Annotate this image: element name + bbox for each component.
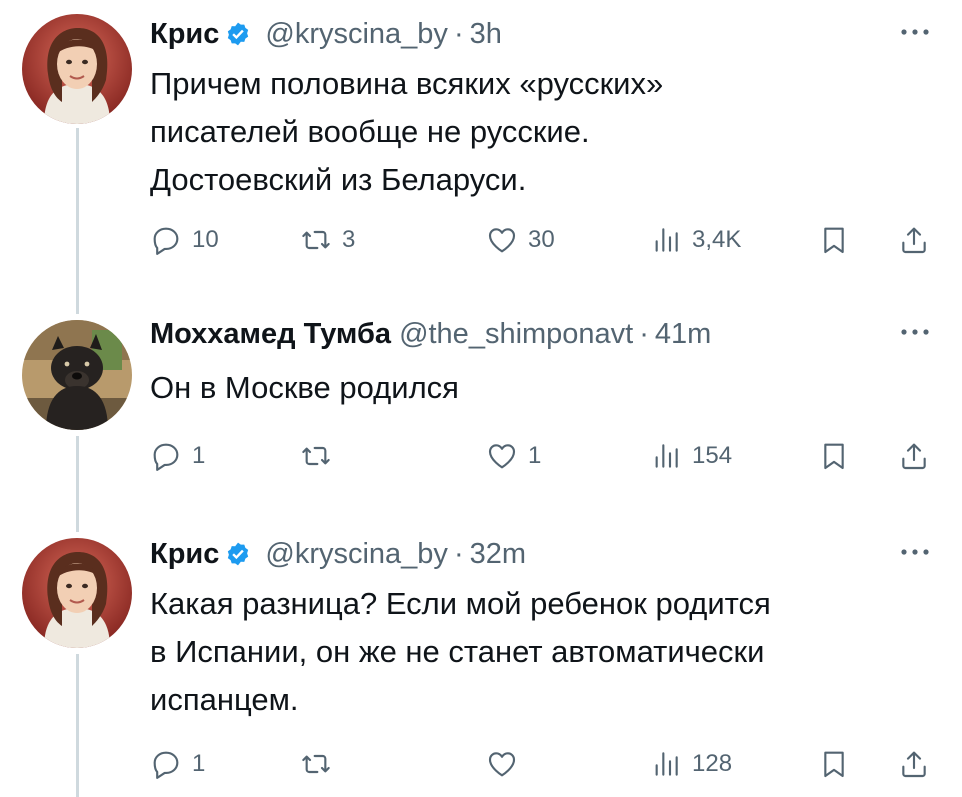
share-button[interactable]	[898, 434, 930, 478]
tweet-text-line: Какая разница? Если мой ребенок родится	[150, 586, 771, 621]
tweet-text-line: писателей вообще не русские.	[150, 114, 590, 149]
reply-icon	[150, 224, 182, 256]
like-button[interactable]: 1	[486, 434, 541, 478]
reply-count: 1	[192, 750, 206, 777]
retweet-button[interactable]	[300, 434, 342, 478]
thread-line	[76, 520, 79, 532]
woman-avatar-icon[interactable]	[22, 14, 132, 124]
bookmark-icon	[818, 224, 850, 256]
views-button[interactable]: 154	[650, 434, 732, 478]
reply-count: 10	[192, 226, 219, 253]
like-button[interactable]: 30	[486, 218, 555, 262]
author-handle[interactable]: @kryscina_by	[265, 538, 448, 571]
bookmark-icon	[818, 440, 850, 472]
bookmark-icon	[818, 748, 850, 780]
views-icon	[650, 748, 682, 780]
share-icon	[898, 440, 930, 472]
woman-avatar-icon[interactable]	[22, 538, 132, 648]
share-icon	[898, 224, 930, 256]
timestamp[interactable]: 32m	[470, 538, 526, 571]
tweet-text-line: Причем половина всяких «русских»	[150, 66, 664, 101]
more-icon[interactable]	[896, 314, 934, 350]
bookmark-button[interactable]	[818, 434, 850, 478]
tweet-text: Он в Москве родился	[150, 364, 930, 412]
timestamp[interactable]: 3h	[470, 18, 502, 51]
tweet-text-line: в Испании, он же не станет автоматически	[150, 634, 765, 669]
author-name[interactable]: Крис	[150, 18, 219, 51]
thread-line	[76, 128, 79, 300]
thread-line	[76, 654, 79, 797]
separator-dot: ·	[453, 537, 464, 570]
share-button[interactable]	[898, 742, 930, 786]
tweet-text: Какая разница? Если мой ребенок родится …	[150, 580, 930, 724]
bookmark-button[interactable]	[818, 742, 850, 786]
views-count: 128	[692, 750, 733, 777]
reply-count: 1	[192, 442, 206, 469]
retweet-icon	[300, 748, 332, 780]
bookmark-button[interactable]	[818, 218, 850, 262]
reply-button[interactable]: 1	[150, 742, 205, 786]
author-name[interactable]: Крис	[150, 538, 219, 571]
tweet[interactable]: Крис @kryscina_by · 32m Какая разница? Е…	[0, 520, 962, 797]
retweet-button[interactable]	[300, 742, 342, 786]
author-handle[interactable]: @kryscina_by	[265, 18, 448, 51]
like-icon	[486, 440, 518, 472]
tweet-header: Моххамед Тумба @the_shimponavt · 41m	[150, 310, 934, 358]
thread-line	[76, 436, 79, 520]
more-icon[interactable]	[896, 14, 934, 50]
verified-badge-icon	[225, 21, 251, 47]
like-count: 1	[528, 442, 542, 469]
action-bar: 1 1 154	[150, 434, 940, 478]
share-button[interactable]	[898, 218, 930, 262]
author-name[interactable]: Моххамед Тумба	[150, 318, 391, 351]
share-icon	[898, 748, 930, 780]
tweet[interactable]: Крис @kryscina_by · 3h Причем половина в…	[0, 0, 962, 300]
thread-line	[76, 300, 79, 314]
verified-badge-icon	[225, 541, 251, 567]
like-icon	[486, 748, 518, 780]
like-button[interactable]	[486, 742, 528, 786]
action-bar: 10 3 30 3,4K	[150, 218, 940, 262]
like-icon	[486, 224, 518, 256]
tweet-header: Крис @kryscina_by · 3h	[150, 10, 934, 58]
black-dog-avatar-icon[interactable]	[22, 320, 132, 430]
retweet-icon	[300, 440, 332, 472]
author-handle[interactable]: @the_shimponavt	[399, 318, 633, 351]
like-count: 30	[528, 226, 555, 253]
reply-button[interactable]: 10	[150, 218, 219, 262]
tweet-text: Причем половина всяких «русских» писател…	[150, 60, 930, 204]
views-button[interactable]: 3,4K	[650, 218, 741, 262]
views-count: 3,4K	[692, 226, 742, 253]
retweet-icon	[300, 224, 332, 256]
more-icon[interactable]	[896, 534, 934, 570]
action-bar: 1 128	[150, 742, 940, 786]
views-count: 154	[692, 442, 733, 469]
views-icon	[650, 224, 682, 256]
retweet-count: 3	[342, 226, 356, 253]
views-button[interactable]: 128	[650, 742, 732, 786]
reply-icon	[150, 440, 182, 472]
tweet-header: Крис @kryscina_by · 32m	[150, 530, 934, 578]
views-icon	[650, 440, 682, 472]
separator-dot: ·	[639, 317, 649, 350]
tweet[interactable]: Моххамед Тумба @the_shimponavt · 41m Он …	[0, 300, 962, 520]
tweet-text-line: Он в Москве родился	[150, 370, 459, 405]
retweet-button[interactable]: 3	[300, 218, 355, 262]
reply-button[interactable]: 1	[150, 434, 205, 478]
separator-dot: ·	[453, 17, 464, 50]
reply-icon	[150, 748, 182, 780]
tweet-text-line: испанцем.	[150, 682, 299, 717]
tweet-text-line: Достоевский из Беларуси.	[150, 162, 527, 197]
timestamp[interactable]: 41m	[655, 318, 711, 351]
